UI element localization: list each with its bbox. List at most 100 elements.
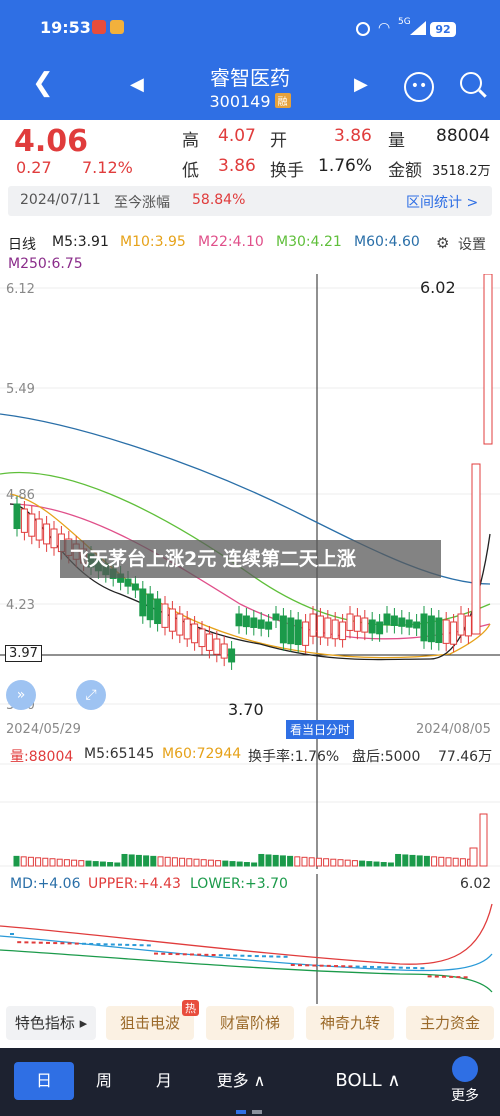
volume-bar xyxy=(121,853,128,867)
next-stock-icon[interactable]: ▶ xyxy=(354,74,368,95)
volume-bar xyxy=(27,856,34,867)
candle-body xyxy=(213,638,221,655)
date-end: 2024/08/05 xyxy=(416,722,491,737)
boll-mid-line xyxy=(0,935,493,972)
nav-bar: ❮ ◀ 睿智医药 300149 融 ▶ •• xyxy=(0,58,500,120)
boll-panel[interactable]: MD:+4.06 UPPER:+4.43 LOWER:+3.70 6.02 xyxy=(0,874,500,1004)
volume-bar xyxy=(99,861,106,867)
magic-nine-button[interactable]: 神奇九转 xyxy=(306,1006,394,1040)
vol-turnover: 换手率:1.76% xyxy=(248,749,340,765)
candle-body xyxy=(161,603,169,628)
alarm-icon xyxy=(356,22,370,36)
indicator-boll[interactable]: BOLL ∧ xyxy=(320,1062,416,1100)
price-change-pct: 7.12% xyxy=(82,158,133,177)
candle-body xyxy=(464,615,472,637)
candle-body xyxy=(50,528,58,549)
vol-m60: M60:72944 xyxy=(162,746,242,762)
boll-svg xyxy=(0,874,493,1004)
volume-bar xyxy=(92,861,99,867)
volume-bar xyxy=(479,813,488,867)
candle-body xyxy=(250,617,258,628)
candle-body xyxy=(442,619,450,644)
news-banner[interactable]: 飞天茅台上涨2元 连续第二天上涨 xyxy=(60,540,441,578)
candle-body xyxy=(450,621,458,645)
max-price-label: 6.02 xyxy=(420,278,456,297)
volume-bar xyxy=(179,857,186,867)
fullscreen-icon[interactable]: ⤢ xyxy=(76,680,106,710)
candle-body xyxy=(309,613,317,637)
amount-value: 3518.2万 xyxy=(432,164,491,179)
volume-bar xyxy=(193,858,200,867)
ma30-label: M30:4.21 xyxy=(276,234,342,250)
battery-icon: 92 xyxy=(430,22,456,37)
volume-bar xyxy=(380,862,387,867)
candle-body xyxy=(346,613,354,631)
candle-body xyxy=(154,598,162,625)
volume-bar xyxy=(431,856,438,867)
candle-body xyxy=(279,615,287,644)
kline-chart[interactable]: 6.12 5.49 4.86 4.23 3.60 3.97 6.02 3.70 … xyxy=(0,273,500,744)
volume-bar xyxy=(85,860,92,867)
candle-body xyxy=(205,633,213,651)
volume-bar xyxy=(114,862,121,867)
volume-panel[interactable]: 量:88004 M5:65145 M60:72944 换手率:1.76% 盘后:… xyxy=(0,744,500,869)
volume-bar xyxy=(452,857,459,867)
kline-period[interactable]: 日线 xyxy=(8,234,36,254)
candle-body xyxy=(176,613,184,636)
period-more[interactable]: 更多 ∧ xyxy=(196,1062,286,1100)
candle-body xyxy=(390,615,398,626)
candle-body xyxy=(427,615,435,643)
volume-bar xyxy=(402,854,409,867)
more-button[interactable]: 更多 xyxy=(440,1084,490,1108)
volume-bar xyxy=(330,858,337,867)
feature-indicator-button[interactable]: 特色指标 ▸ xyxy=(6,1006,96,1040)
kline-svg xyxy=(0,273,500,744)
boll-md: MD:+4.06 xyxy=(10,876,81,892)
gear-icon[interactable]: ⚙ xyxy=(436,234,449,252)
expand-icon[interactable]: » xyxy=(6,680,36,710)
volume-bar xyxy=(78,860,85,867)
ma250-label: M250:6.75 xyxy=(8,256,83,272)
period-month[interactable]: 月 xyxy=(134,1062,194,1100)
y-label: 4.23 xyxy=(6,598,35,613)
volume-bar xyxy=(135,854,142,867)
candle-body xyxy=(353,615,361,632)
y-label: 4.86 xyxy=(6,488,35,503)
candle-body xyxy=(287,617,295,645)
volume-value: 88004 xyxy=(436,126,491,146)
period-week[interactable]: 周 xyxy=(74,1062,134,1100)
volume-bar xyxy=(251,862,258,867)
candle-body xyxy=(294,619,302,646)
candle-body xyxy=(413,621,421,629)
current-price: 4.06 xyxy=(14,124,89,159)
sniper-wave-button[interactable]: 狙击电波 xyxy=(106,1006,194,1040)
volume-bar xyxy=(323,858,330,867)
status-time: 19:53 xyxy=(40,18,91,37)
period-day[interactable]: 日 xyxy=(14,1062,74,1100)
interval-stats-link[interactable]: 区间统计 > xyxy=(406,192,478,212)
open-label: 开 xyxy=(270,131,287,151)
volume-bar xyxy=(128,854,135,867)
candle-body xyxy=(471,463,481,635)
more-icon[interactable] xyxy=(452,1056,478,1082)
candle-body xyxy=(191,623,199,644)
volume-bar xyxy=(157,856,164,867)
candle-body xyxy=(368,619,376,634)
turnover-label: 换手 xyxy=(270,161,304,181)
candle-body xyxy=(265,621,273,630)
vol-max: 77.46万 xyxy=(438,749,493,765)
volume-bar xyxy=(49,858,56,867)
chat-icon[interactable]: •• xyxy=(404,72,434,102)
settings-label[interactable]: 设置 xyxy=(458,234,486,254)
volume-bar xyxy=(308,857,315,867)
candle-body xyxy=(168,608,176,632)
volume-bar xyxy=(395,853,402,867)
main-funds-button[interactable]: 主力资金 xyxy=(406,1006,494,1040)
volume-bar xyxy=(35,857,42,867)
candle-body xyxy=(361,617,369,633)
open-value: 3.86 xyxy=(334,126,372,146)
intraday-button[interactable]: 看当日分时 xyxy=(286,720,355,739)
wealth-ladder-button[interactable]: 财富阶梯 xyxy=(206,1006,294,1040)
candle-body xyxy=(331,619,339,640)
status-bar: 19:53 ◠ 5G 92 xyxy=(0,0,500,58)
